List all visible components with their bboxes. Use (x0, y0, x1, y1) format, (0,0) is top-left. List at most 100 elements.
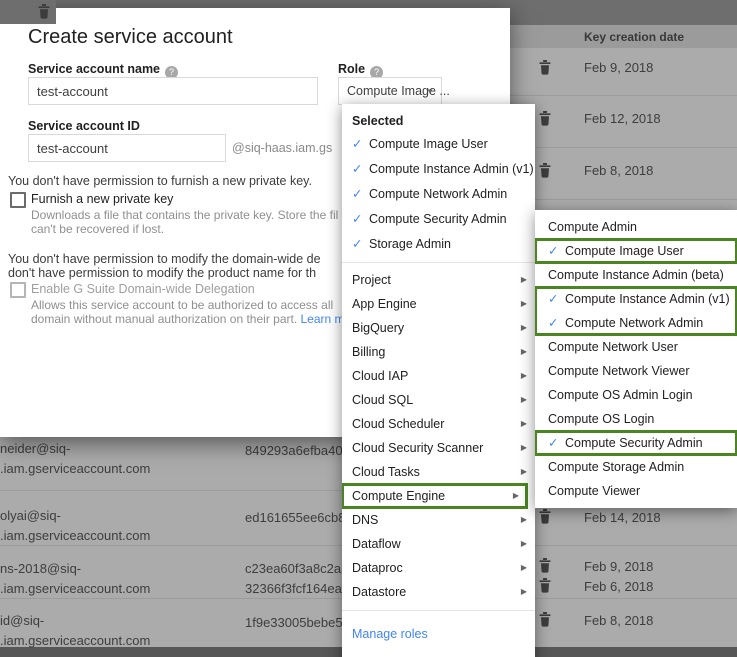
role-category-item[interactable]: Compute Engine▶ (342, 484, 527, 508)
role-category-item[interactable]: Cloud Tasks ▶ (342, 460, 535, 484)
submenu-item[interactable]: Compute Instance Admin (beta) (535, 263, 737, 287)
menu-item-label: DNS (352, 513, 378, 527)
menu-item-label: Compute Network Viewer (548, 364, 690, 378)
menu-item-label: Compute OS Admin Login (548, 388, 693, 402)
menu-item-label: Cloud SQL (352, 393, 413, 407)
key-id: 849293a6efba404 (245, 443, 350, 458)
menu-item-label: Compute Security Admin (565, 436, 703, 450)
check-icon: ✓ (352, 132, 369, 157)
gsuite-delegation-label: Enable G Suite Domain-wide Delegation (31, 282, 255, 296)
role-select-value: Compute Image ... (347, 78, 450, 104)
role-category-item[interactable]: Dataflow▶ (342, 532, 535, 556)
check-icon: ✓ (352, 232, 369, 257)
menu-item-label: Cloud Tasks (352, 465, 420, 479)
caret-down-icon: ▼ (426, 87, 434, 96)
selected-role-item[interactable]: ✓Storage Admin (342, 232, 535, 257)
role-category-item[interactable]: Cloud Security Scanner ▶ (342, 436, 535, 460)
service-account-id-input[interactable] (28, 134, 226, 162)
key-creation-date: Feb 12, 2018 (584, 111, 661, 126)
menu-item-label: Compute Instance Admin (v1) (369, 162, 534, 176)
role-category-item[interactable]: DNS▶ (342, 508, 535, 532)
key-creation-date: Feb 6, 2018 (584, 579, 653, 594)
role-category-item[interactable]: App Engine▶ (342, 292, 535, 316)
menu-item-label: Compute Storage Admin (548, 460, 684, 474)
role-category-item[interactable]: Dataproc▶ (342, 556, 535, 580)
highlight-box: ✓Compute Security Admin (535, 431, 737, 455)
menu-item-label: Cloud Scheduler (352, 417, 444, 431)
key-id: 1f9e33005bebe58 (245, 615, 350, 630)
selected-role-item[interactable]: ✓Compute Instance Admin (v1) (342, 157, 535, 182)
selected-role-item[interactable]: ✓Compute Network Admin (342, 182, 535, 207)
service-account-name-input[interactable] (28, 77, 318, 105)
submenu-item[interactable]: ✓Compute Network Admin (535, 311, 737, 335)
chevron-right-icon: ▶ (521, 340, 527, 364)
submenu-item[interactable]: Compute Admin (535, 215, 737, 239)
role-category-item[interactable]: Cloud SQL ▶ (342, 388, 535, 412)
submenu-item[interactable]: Compute OS Login (535, 407, 737, 431)
manage-roles-link[interactable]: Manage roles (342, 617, 535, 651)
submenu-item[interactable]: Compute OS Admin Login (535, 383, 737, 407)
menu-item-label: Compute Security Admin (369, 212, 507, 226)
role-category-item[interactable]: Project ▶ (342, 268, 535, 292)
key-id: c23ea60f3a8c2a5 (245, 561, 348, 576)
role-category-item[interactable]: Cloud Scheduler ▶ (342, 412, 535, 436)
role-category-item[interactable]: Datastore▶ (342, 580, 535, 604)
menu-item-label: Compute Admin (548, 220, 637, 234)
role-category-item[interactable]: BigQuery▶ (342, 316, 535, 340)
submenu-item[interactable]: ✓Compute Instance Admin (v1) (535, 287, 737, 311)
check-icon: ✓ (548, 287, 565, 311)
menu-divider (342, 610, 535, 611)
chevron-right-icon: ▶ (513, 484, 519, 508)
menu-item-label: Datastore (352, 585, 406, 599)
menu-item-label: Compute Network User (548, 340, 678, 354)
check-icon: ✓ (548, 239, 565, 263)
service-account-id-suffix: @siq-haas.iam.gs (232, 141, 332, 155)
selected-role-item[interactable]: ✓Compute Security Admin (342, 207, 535, 232)
role-select[interactable]: Compute Image ... ▼ (338, 77, 442, 105)
check-icon: ✓ (352, 207, 369, 232)
service-account-email: .iam.gserviceaccount.com (0, 633, 150, 648)
role-category-item[interactable]: Cloud IAP▶ (342, 364, 535, 388)
check-icon: ✓ (352, 182, 369, 207)
key-creation-date: Feb 14, 2018 (584, 510, 661, 525)
menu-item-label: App Engine (352, 297, 417, 311)
key-creation-date: Feb 9, 2018 (584, 60, 653, 75)
furnish-key-label: Furnish a new private key (31, 192, 173, 206)
domain-permission-notice-1: You don't have permission to modify the … (8, 252, 321, 266)
role-submenu: Compute Admin ✓Compute Image User Compute … (535, 210, 737, 508)
menu-item-label: Dataflow (352, 537, 401, 551)
menu-divider (342, 262, 535, 263)
service-account-email: .iam.gserviceaccount.com (0, 528, 150, 543)
check-icon: ✓ (352, 157, 369, 182)
trash-icon (537, 162, 553, 178)
role-category-item[interactable]: Billing▶ (342, 340, 535, 364)
service-account-email: .iam.gserviceaccount.com (0, 581, 150, 596)
check-icon: ✓ (548, 431, 565, 455)
chevron-right-icon: ▶ (521, 268, 527, 292)
chevron-right-icon: ▶ (521, 388, 527, 412)
chevron-right-icon: ▶ (521, 436, 527, 460)
menu-item-label: Project (352, 273, 391, 287)
submenu-item[interactable]: ✓Compute Image User (535, 239, 737, 263)
chevron-right-icon: ▶ (521, 460, 527, 484)
submenu-item[interactable]: Compute Network User (535, 335, 737, 359)
menu-item-label: Cloud Security Scanner (352, 441, 483, 455)
key-creation-date: Feb 9, 2018 (584, 559, 653, 574)
submenu-item[interactable]: ✓Compute Security Admin (535, 431, 737, 455)
service-account-email: neider@siq- (0, 441, 70, 456)
submenu-item[interactable]: Compute Network Viewer (535, 359, 737, 383)
chevron-right-icon: ▶ (521, 412, 527, 436)
trash-icon (537, 557, 553, 573)
role-dropdown-menu: Selected ✓Compute Image User✓Compute Ins… (342, 104, 535, 657)
selected-role-item[interactable]: ✓Compute Image User (342, 132, 535, 157)
furnish-key-checkbox[interactable] (10, 192, 26, 208)
domain-permission-notice-2: don't have permission to modify the prod… (8, 266, 316, 280)
trash-icon (537, 508, 553, 524)
learn-more-link[interactable]: Learn m (301, 312, 345, 326)
menu-item-label: Compute Instance Admin (beta) (548, 268, 724, 282)
submenu-item[interactable]: Compute Storage Admin (535, 455, 737, 479)
submenu-item[interactable]: Compute Viewer (535, 479, 737, 503)
trash-icon (537, 577, 553, 593)
service-account-email: ns-2018@siq- (0, 561, 81, 576)
trash-icon (537, 59, 553, 75)
